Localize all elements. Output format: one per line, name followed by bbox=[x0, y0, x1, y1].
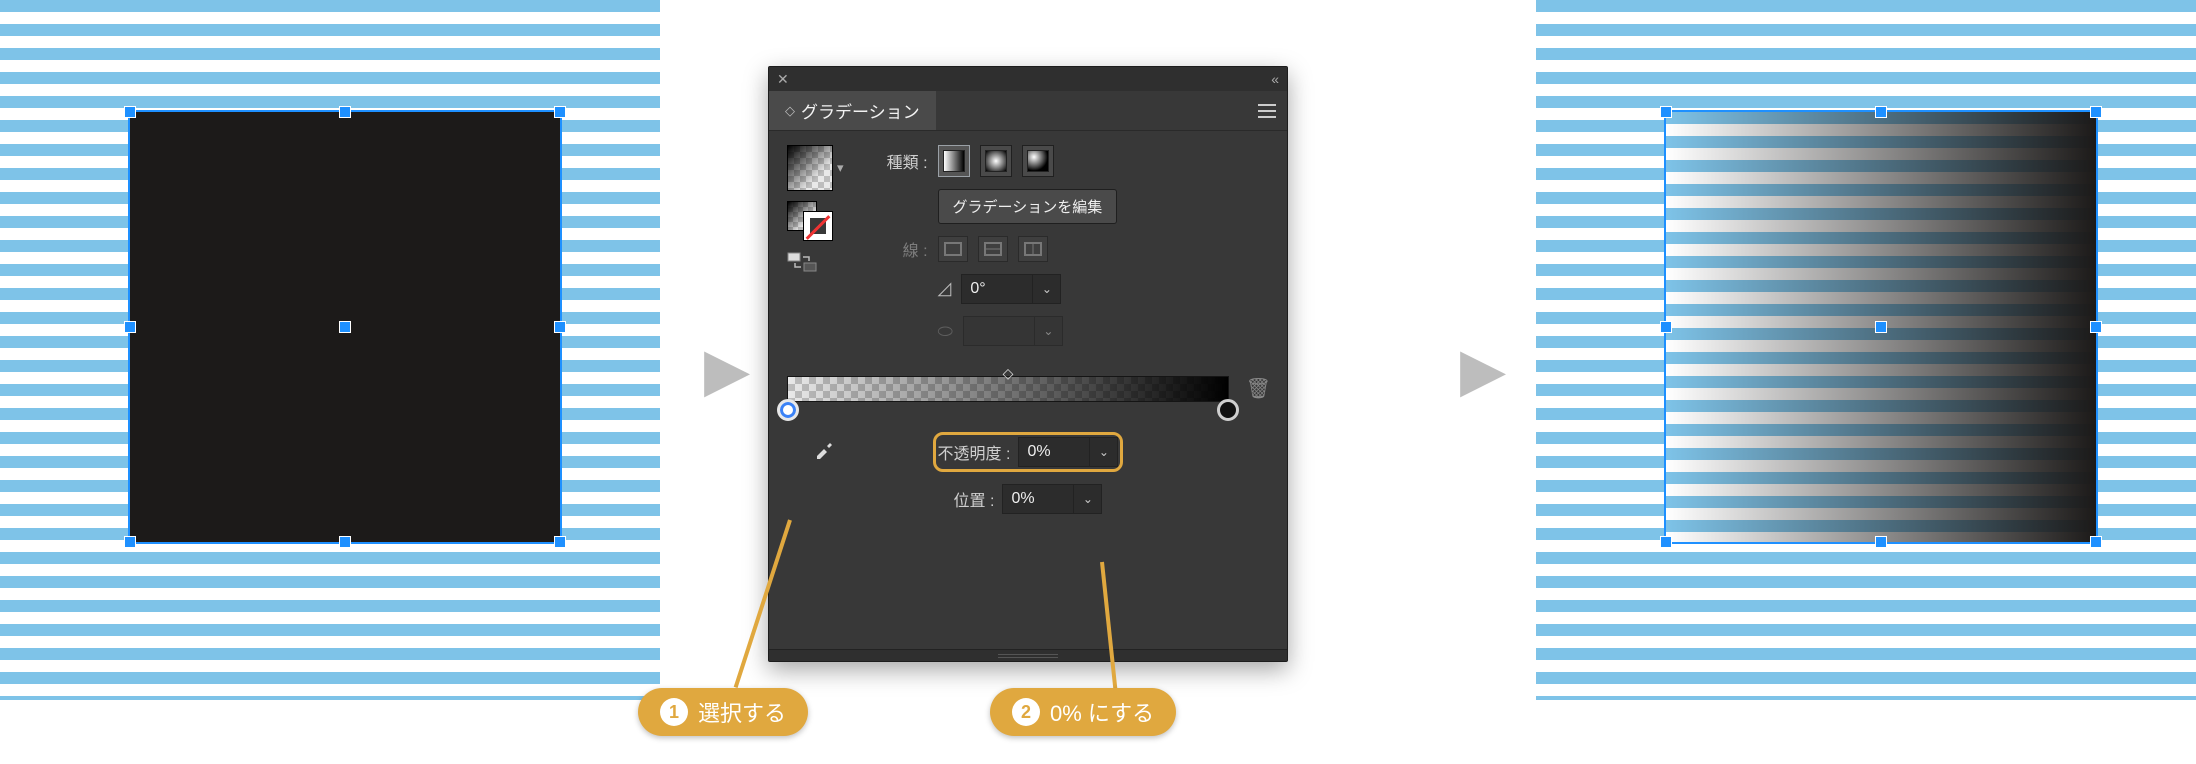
angle-field[interactable]: ⌄ bbox=[961, 274, 1061, 304]
panel-titlebar[interactable]: ✕ « bbox=[769, 67, 1287, 91]
callout-number: 2 bbox=[1012, 698, 1040, 726]
panel-menu-icon[interactable] bbox=[1247, 91, 1287, 130]
handle-icon[interactable] bbox=[125, 322, 135, 332]
tab-label: グラデーション bbox=[801, 98, 920, 123]
handle-icon[interactable] bbox=[340, 537, 350, 547]
handle-icon[interactable] bbox=[340, 107, 350, 117]
location-label: 位置 : bbox=[954, 487, 995, 511]
eyedropper-icon[interactable] bbox=[813, 438, 835, 466]
handle-icon[interactable] bbox=[1661, 107, 1671, 117]
arrow-icon: ▶ bbox=[704, 340, 750, 400]
callout-number: 1 bbox=[660, 698, 688, 726]
stroke-label: 線 : bbox=[864, 237, 928, 261]
callout-text: 選択する bbox=[698, 696, 786, 728]
type-label: 種類 : bbox=[864, 149, 928, 173]
chevron-down-icon: ⌄ bbox=[1034, 317, 1062, 345]
stroke-mode-1 bbox=[938, 236, 968, 262]
handle-icon[interactable] bbox=[1876, 537, 1886, 547]
gradient-type-radial[interactable] bbox=[980, 145, 1012, 177]
chevron-down-icon[interactable]: ▾ bbox=[837, 160, 844, 176]
callout-text: 0% にする bbox=[1050, 696, 1154, 728]
panel-body: ▾ 種類 : bbox=[769, 131, 1287, 544]
arrow-icon: ▶ bbox=[1460, 340, 1506, 400]
handle-icon[interactable] bbox=[1661, 537, 1671, 547]
opacity-label: 不透明度 : bbox=[938, 440, 1011, 464]
callout-1: 1 選択する bbox=[638, 688, 808, 736]
trash-icon[interactable]: 🗑 bbox=[1246, 376, 1271, 401]
row-location: 位置 : ⌄ bbox=[787, 484, 1269, 514]
handle-icon[interactable] bbox=[2091, 107, 2101, 117]
collapse-icon[interactable]: « bbox=[1271, 71, 1279, 87]
handle-icon[interactable] bbox=[125, 537, 135, 547]
midpoint-icon[interactable]: ◇ bbox=[1003, 365, 1014, 382]
row-angle: ◿ ⌄ bbox=[864, 274, 1269, 304]
opacity-highlight: 不透明度 : ⌄ bbox=[933, 432, 1124, 472]
chevron-down-icon[interactable]: ⌄ bbox=[1032, 275, 1060, 303]
gradient-preview-swatch[interactable] bbox=[787, 145, 833, 191]
canvas-after bbox=[1536, 0, 2196, 700]
reverse-gradient-icon[interactable] bbox=[787, 251, 817, 273]
canvas-before bbox=[0, 0, 660, 700]
stroke-mode-2 bbox=[978, 236, 1008, 262]
aspect-field: ⌄ bbox=[963, 316, 1063, 346]
diamond-icon: ◇ bbox=[785, 103, 795, 119]
gradient-type-freeform[interactable] bbox=[1022, 145, 1054, 177]
aspect-input bbox=[964, 317, 1034, 345]
handle-icon[interactable] bbox=[1876, 322, 1886, 332]
opacity-field[interactable]: ⌄ bbox=[1018, 437, 1118, 467]
gradient-stop-right[interactable] bbox=[1217, 399, 1239, 421]
gradient-slider-area: 🗑 ◇ bbox=[787, 376, 1269, 402]
selected-rectangle-after[interactable] bbox=[1666, 112, 2096, 542]
chevron-down-icon[interactable]: ⌄ bbox=[1073, 485, 1101, 513]
aspect-ratio-icon: ⬭ bbox=[938, 321, 953, 342]
handle-icon[interactable] bbox=[2091, 537, 2101, 547]
panel-tabbar: ◇ グラデーション bbox=[769, 91, 1287, 131]
gradient-panel: ✕ « ◇ グラデーション ▾ bbox=[768, 66, 1288, 662]
panel-resize-grip[interactable] bbox=[769, 649, 1287, 661]
swatch-column: ▾ bbox=[787, 145, 844, 358]
opacity-input[interactable] bbox=[1019, 438, 1089, 466]
row-opacity: 不透明度 : ⌄ bbox=[787, 432, 1269, 472]
gradient-stop-left[interactable] bbox=[777, 399, 799, 421]
stroke-mode-3 bbox=[1018, 236, 1048, 262]
selected-rectangle-before[interactable] bbox=[130, 112, 560, 542]
close-icon[interactable]: ✕ bbox=[777, 71, 789, 88]
handle-icon[interactable] bbox=[125, 107, 135, 117]
tab-gradient[interactable]: ◇ グラデーション bbox=[769, 91, 936, 130]
handle-icon[interactable] bbox=[555, 322, 565, 332]
angle-input[interactable] bbox=[962, 275, 1032, 303]
stroke-swatch[interactable] bbox=[803, 211, 833, 241]
row-type: 種類 : bbox=[864, 145, 1269, 177]
handle-icon[interactable] bbox=[1661, 322, 1671, 332]
location-input[interactable] bbox=[1003, 485, 1073, 513]
handle-icon[interactable] bbox=[2091, 322, 2101, 332]
handle-icon[interactable] bbox=[1876, 107, 1886, 117]
chevron-down-icon[interactable]: ⌄ bbox=[1089, 438, 1117, 466]
callout-2: 2 0% にする bbox=[990, 688, 1176, 736]
row-edit: グラデーションを編集 bbox=[864, 189, 1269, 224]
gradient-type-linear[interactable] bbox=[938, 145, 970, 177]
edit-gradient-button[interactable]: グラデーションを編集 bbox=[938, 189, 1118, 224]
handle-icon[interactable] bbox=[555, 107, 565, 117]
row-stroke: 線 : bbox=[864, 236, 1269, 262]
gradient-slider[interactable]: ◇ bbox=[787, 376, 1229, 402]
fill-stroke-swatch[interactable] bbox=[787, 201, 833, 241]
row-aspect: ⬭ ⌄ bbox=[864, 316, 1269, 346]
angle-icon: ◿ bbox=[938, 278, 952, 299]
location-field[interactable]: ⌄ bbox=[1002, 484, 1102, 514]
handle-icon[interactable] bbox=[555, 537, 565, 547]
handle-icon[interactable] bbox=[340, 322, 350, 332]
